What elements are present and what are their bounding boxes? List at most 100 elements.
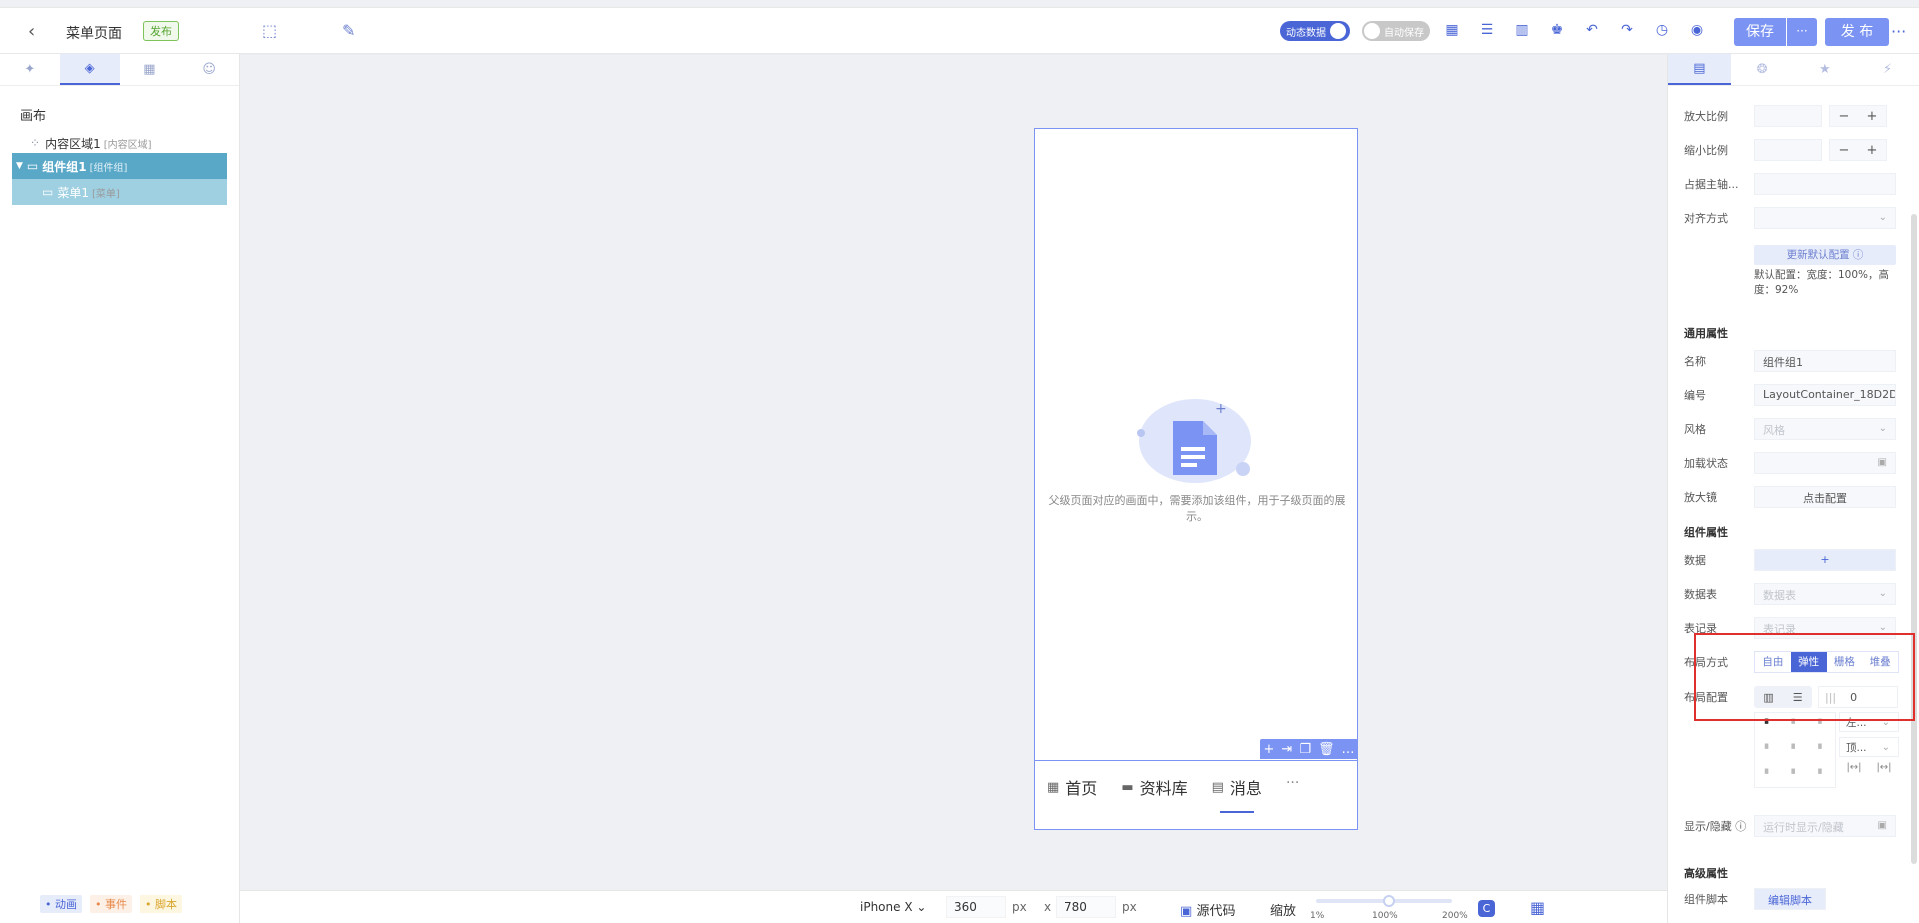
zoom-slider-handle[interactable] xyxy=(1383,895,1395,907)
shirt-icon[interactable]: ♚ xyxy=(1550,22,1564,38)
component-icon[interactable]: ✦ xyxy=(0,54,60,85)
zoom-label: 缩放 xyxy=(1270,904,1297,919)
copy-icon[interactable]: ❐ xyxy=(1299,742,1311,757)
delete-icon[interactable]: 🗑 xyxy=(1318,742,1335,757)
save-more-button[interactable]: ··· xyxy=(1787,18,1817,46)
align-middle-left-icon[interactable]: ▘ xyxy=(1765,745,1772,755)
minus-icon[interactable]: − xyxy=(1839,109,1850,124)
minus-icon[interactable]: − xyxy=(1839,143,1850,158)
auto-save-toggle[interactable]: 自动保存 xyxy=(1362,21,1430,41)
main-axis-input[interactable] xyxy=(1754,173,1896,195)
zoom-in-ratio-input[interactable] xyxy=(1754,105,1822,127)
source-code-button[interactable]: ▣ 源代码 xyxy=(1180,900,1235,919)
distribute-between-icon[interactable]: |↔| xyxy=(1846,762,1861,782)
animation-tag[interactable]: • 动画 xyxy=(40,895,82,913)
zoom-out-ratio-row: 缩小比例 − + xyxy=(1684,139,1904,161)
pin-icon[interactable]: ✎ xyxy=(342,21,355,40)
dynamic-data-toggle[interactable]: 动态数据 xyxy=(1280,21,1350,41)
align-top-right-icon[interactable]: ▘ xyxy=(1818,720,1825,730)
publish-button[interactable]: 发 布 xyxy=(1825,18,1889,46)
height-input[interactable]: 780 xyxy=(1056,896,1116,918)
more-icon[interactable]: … xyxy=(1341,742,1354,757)
field-label: 数据表 xyxy=(1684,588,1717,601)
event-icon[interactable]: ⚡ xyxy=(1856,54,1919,85)
properties-icon[interactable]: ▤ xyxy=(1668,54,1731,85)
align-top-left-icon[interactable]: ▘ xyxy=(1765,720,1772,730)
field-label: 编号 xyxy=(1684,389,1706,402)
name-row: 名称 组件组1 xyxy=(1684,350,1904,372)
menu-more-icon[interactable]: ··· xyxy=(1286,775,1299,791)
align-middle-center-icon[interactable]: ▘ xyxy=(1792,745,1799,755)
select-tool-icon[interactable]: ⬚ xyxy=(262,21,277,40)
auto-save-label: 自动保存 xyxy=(1384,27,1424,39)
show-hide-input[interactable]: 运行时显示/隐藏 ▣ xyxy=(1754,815,1896,837)
vertical-align-select[interactable]: 顶... ⌄ xyxy=(1839,737,1899,757)
datatable-select[interactable]: 数据表 ⌄ xyxy=(1754,583,1896,605)
menu-item-label: 首页 xyxy=(1065,779,1098,798)
user-icon[interactable]: ☺ xyxy=(179,54,239,85)
align-middle-right-icon[interactable]: ▘ xyxy=(1818,745,1825,755)
style-icon[interactable]: ❂ xyxy=(1731,54,1794,85)
zoom-reset-icon[interactable]: C xyxy=(1478,900,1495,917)
event-tag[interactable]: • 事件 xyxy=(90,895,132,913)
phone-frame[interactable]: + 父级页面对应的画面中，需要添加该组件，用于子级页面的展示。 ▦ 首页 ▬ 资… xyxy=(1034,128,1358,830)
chevron-down-icon: ⌄ xyxy=(1878,423,1887,434)
grid-toggle-icon[interactable]: ▦ xyxy=(1530,898,1545,917)
alignment-grid[interactable]: ▘ ▘ ▘ ▘ ▘ ▘ ▘ ▘ ▘ xyxy=(1754,712,1836,788)
preview-icon[interactable]: ◉ xyxy=(1690,22,1704,38)
layers-icon[interactable]: ◈ xyxy=(59,54,120,85)
zoom-out-ratio-input[interactable] xyxy=(1754,139,1822,161)
align-bottom-left-icon[interactable]: ▘ xyxy=(1765,770,1772,780)
plus-icon[interactable]: + xyxy=(1867,109,1878,124)
canvas-node[interactable]: 画布 xyxy=(20,105,46,124)
insert-icon[interactable]: ⇥ xyxy=(1281,742,1292,757)
loading-state-input[interactable]: ▣ xyxy=(1754,452,1896,474)
bottom-menu[interactable]: ▦ 首页 ▬ 资料库 ▤ 消息 ··· xyxy=(1035,760,1357,830)
update-default-config-button[interactable]: 更新默认配置 ⓘ xyxy=(1754,245,1896,265)
menu-item-messages[interactable]: ▤ 消息 xyxy=(1212,775,1262,813)
star-icon[interactable]: ★ xyxy=(1794,54,1857,85)
canvas-status-bar: iPhone X ⌄ 360 px x 780 px ▣ 源代码 缩放 1% 1… xyxy=(240,890,1667,923)
undo-icon[interactable]: ↶ xyxy=(1585,22,1599,38)
style-select[interactable]: 风格 ⌄ xyxy=(1754,418,1896,440)
align-top-center-icon[interactable]: ▘ xyxy=(1792,720,1799,730)
device-select[interactable]: iPhone X ⌄ xyxy=(860,900,926,914)
tree-item-menu[interactable]: ▭ 菜单1 [菜单] xyxy=(12,179,227,205)
align-select[interactable]: ⌄ xyxy=(1754,207,1896,229)
zoom-out-stepper[interactable]: − + xyxy=(1829,139,1887,161)
align-bottom-center-icon[interactable]: ▘ xyxy=(1792,770,1799,780)
name-input[interactable]: 组件组1 xyxy=(1754,350,1896,372)
chart-icon[interactable]: ▥ xyxy=(1515,22,1529,38)
add-data-button[interactable]: + xyxy=(1754,549,1896,571)
tree-item-component-group[interactable]: ▼ ▭ 组件组1 [组件组] xyxy=(12,153,227,179)
align-bottom-right-icon[interactable]: ▘ xyxy=(1818,770,1825,780)
plus-icon[interactable]: + xyxy=(1867,143,1878,158)
component-toolbar: + ⇥ ❐ 🗑 … xyxy=(1260,739,1358,759)
field-label: 显示/隐藏 ⓘ xyxy=(1684,820,1747,833)
chevron-down-icon: ⌄ xyxy=(1881,742,1890,753)
zoom-in-stepper[interactable]: − + xyxy=(1829,105,1887,127)
script-tag[interactable]: • 脚本 xyxy=(140,895,182,913)
menu-item-home[interactable]: ▦ 首页 xyxy=(1047,775,1097,799)
edit-script-button[interactable]: 编辑脚本 xyxy=(1754,888,1826,910)
magnifier-config-button[interactable]: 点击配置 xyxy=(1754,486,1896,508)
id-input[interactable]: LayoutContainer_18D2D7! xyxy=(1754,384,1896,406)
caret-down-icon[interactable]: ▼ xyxy=(16,161,23,171)
distribute-around-icon[interactable]: |↔| xyxy=(1876,762,1891,782)
redo-icon[interactable]: ↷ xyxy=(1620,22,1634,38)
more-icon[interactable]: ··· xyxy=(1891,22,1906,41)
scrollbar[interactable] xyxy=(1911,214,1917,864)
history-icon[interactable]: ◷ xyxy=(1655,22,1669,38)
magnifier-row: 放大镜 点击配置 xyxy=(1684,486,1904,508)
menu-item-label: 资料库 xyxy=(1139,779,1188,798)
database-icon[interactable]: ☰ xyxy=(1480,22,1494,38)
add-icon[interactable]: + xyxy=(1264,742,1275,757)
menu-item-library[interactable]: ▬ 资料库 xyxy=(1121,775,1187,799)
save-button[interactable]: 保存 xyxy=(1734,18,1786,46)
widgets-icon[interactable]: ▦ xyxy=(120,54,180,85)
zoom-slider[interactable] xyxy=(1316,895,1452,907)
chevron-left-icon[interactable]: ‹ xyxy=(28,21,35,42)
layout-icon[interactable]: ▦ xyxy=(1445,22,1459,38)
component-script-row: 组件脚本 编辑脚本 xyxy=(1684,888,1904,910)
width-input[interactable]: 360 xyxy=(946,896,1006,918)
